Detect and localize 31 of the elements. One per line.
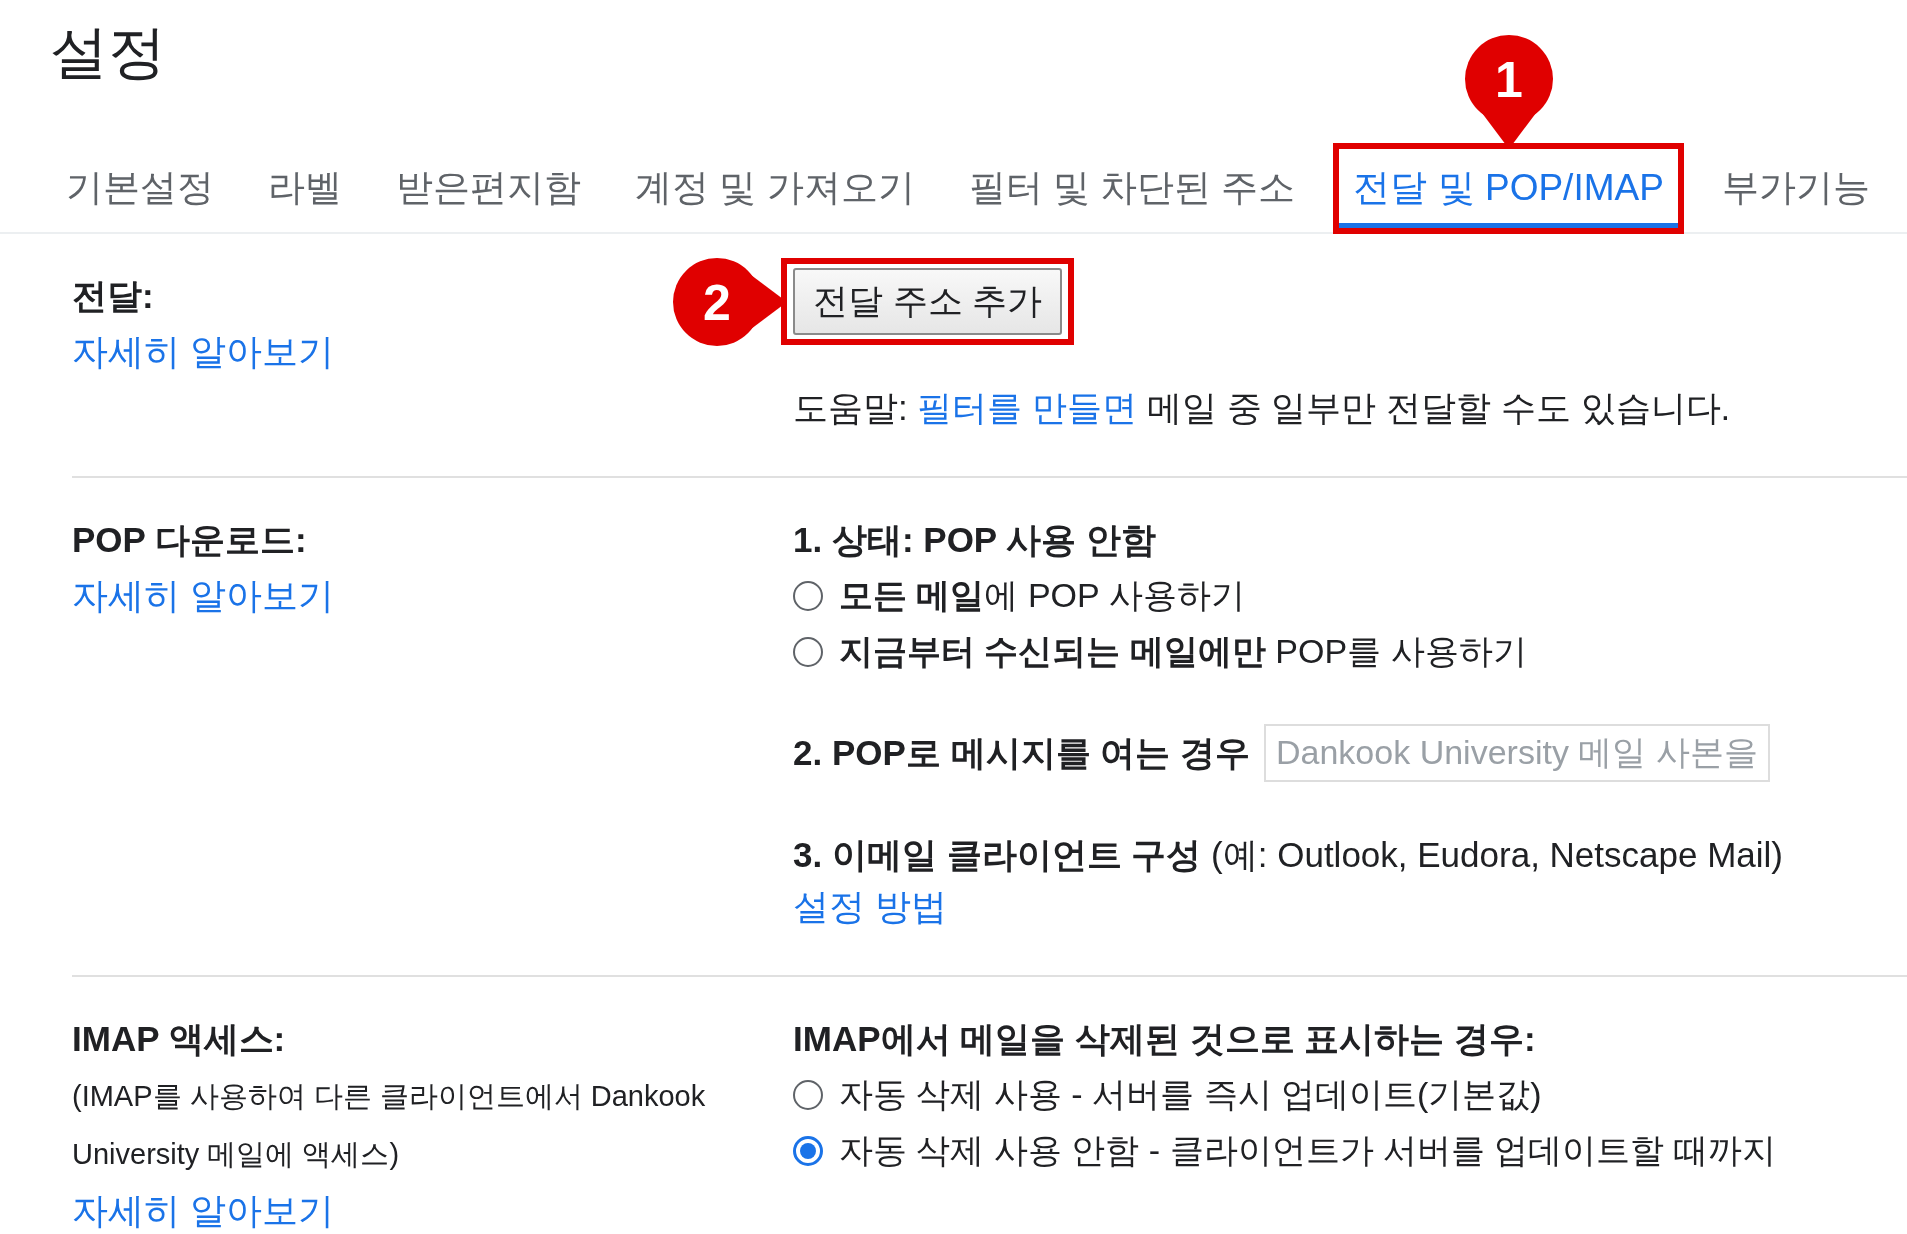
settings-tab[interactable]: 전달 및 POP/IMAP [1339, 149, 1678, 228]
help-text: 도움말: 필터를 만들면 메일 중 일부만 전달할 수도 있습니다. [793, 387, 1731, 429]
imap-heading: IMAP에서 메일을 삭제된 것으로 표시하는 경우: [793, 1018, 1536, 1060]
settings-tab[interactable]: 계정 및 가져오기 [625, 163, 925, 232]
field-label: 2. POP로 메시지를 여는 경우 [793, 732, 1250, 774]
section-label: IMAP 액세스: [72, 1018, 286, 1060]
page-title: 설정 [50, 18, 166, 84]
radio-button[interactable] [793, 1080, 823, 1110]
add-forwarding-address-button[interactable]: 전달 주소 추가 [793, 268, 1063, 335]
settings-tab[interactable]: 라벨 [258, 163, 352, 232]
settings-tab[interactable]: 부가기능 [1711, 163, 1880, 232]
client-config-text: 3. 이메일 클라이언트 구성 (예: Outlook, Eudora, Netscape Mail) [793, 834, 1783, 876]
settings-tab[interactable]: 기본설정 [56, 163, 224, 232]
radio-button[interactable] [793, 581, 823, 611]
imap-description: (IMAP를 사용하여 다른 클라이언트에서 Dankook University 메일에 액세스) [72, 1079, 707, 1172]
radio-button[interactable] [793, 1136, 823, 1166]
option-label: 모든 메일에 POP 사용하기 [839, 575, 1245, 616]
learn-more-link[interactable]: 자세히 알아보기 [72, 568, 334, 624]
create-filter-link[interactable]: 필터를 만들면 [917, 388, 1138, 427]
learn-more-link[interactable]: 자세히 알아보기 [72, 324, 334, 380]
option-label: 자동 삭제 사용 안함 - 클라이언트가 서버를 업데이트할 때까지 [839, 1130, 1776, 1171]
settings-tab[interactable]: 필터 및 차단된 주소 [958, 163, 1306, 232]
section-label: POP 다운로드: [72, 519, 307, 561]
option-label: 자동 삭제 사용 - 서버를 즉시 업데이트(기본값) [839, 1074, 1542, 1115]
setup-guide-link[interactable]: 설정 방법 [793, 879, 947, 935]
section-label: 전달: [72, 275, 154, 317]
settings-tab[interactable]: 받은편지함 [386, 163, 591, 232]
learn-more-link[interactable]: 자세히 알아보기 [72, 1183, 334, 1234]
radio-button[interactable] [793, 637, 823, 667]
pop-status: 1. 상태: POP 사용 안함 [793, 519, 1157, 561]
option-label: 지금부터 수신되는 메일에만 POP를 사용하기 [839, 631, 1527, 672]
